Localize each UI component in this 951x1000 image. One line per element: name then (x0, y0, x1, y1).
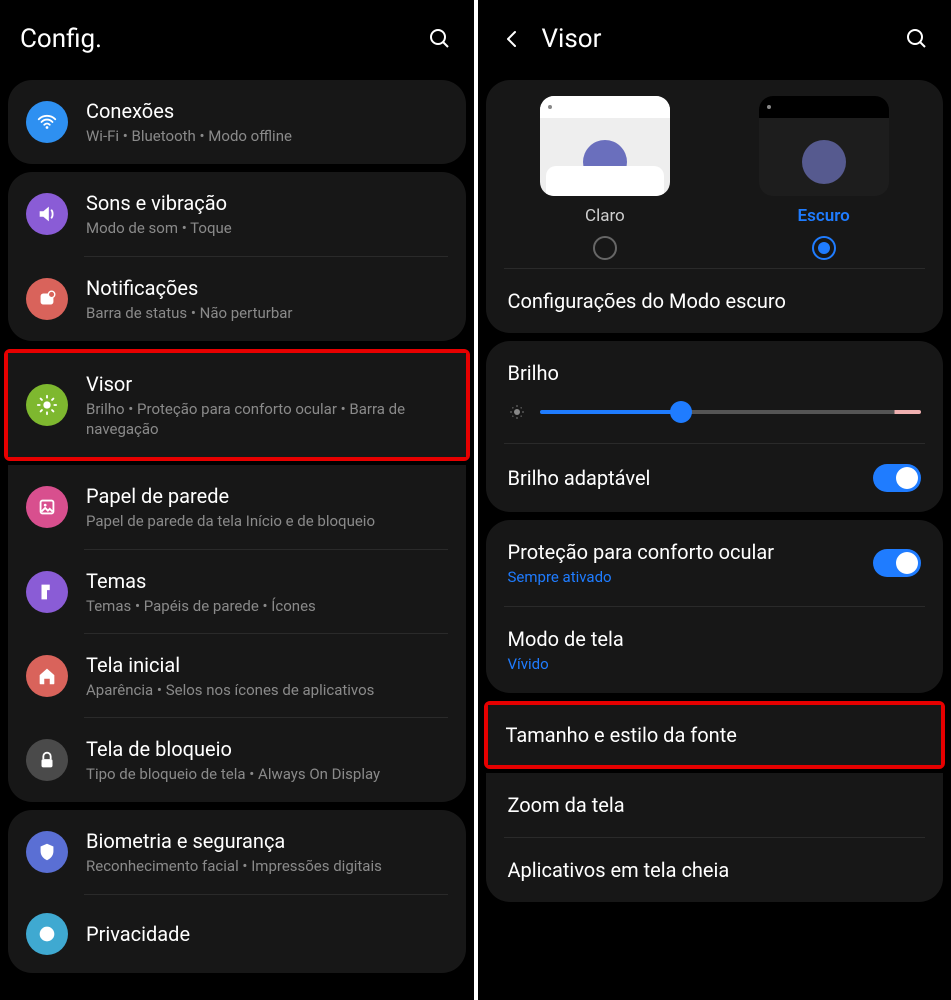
item-title: Tela inicial (86, 652, 448, 678)
wifi-icon (26, 101, 68, 143)
font-zoom-card: Tamanho e estilo da fonte Zoom da tela A… (478, 701, 951, 902)
screen-mode-row[interactable]: Modo de tela Vívido (486, 607, 944, 693)
item-subtitle: Modo de som • Toque (86, 218, 448, 238)
display-options-card: Proteção para conforto ocular Sempre ati… (486, 520, 944, 693)
item-title: Privacidade (86, 921, 448, 947)
notifications-icon (26, 278, 68, 320)
display-icon (26, 384, 68, 426)
privacy-icon (26, 913, 68, 955)
search-icon[interactable] (903, 25, 931, 53)
dark-mode-settings-row[interactable]: Configurações do Modo escuro (486, 269, 944, 333)
slider-thumb[interactable] (670, 401, 692, 423)
theme-label: Escuro (798, 206, 850, 226)
brightness-card: Brilho Brilho adaptável (486, 341, 944, 512)
item-title: Sons e vibração (86, 190, 448, 216)
item-title: Tela de bloqueio (86, 736, 448, 762)
item-title: Conexões (86, 98, 448, 124)
sun-icon (508, 403, 526, 421)
row-label: Brilho (508, 361, 559, 385)
brightness-slider[interactable] (540, 410, 922, 414)
screen-zoom-row[interactable]: Zoom da tela (486, 773, 944, 837)
settings-item-biometrics[interactable]: Biometria e segurança Reconhecimento fac… (8, 810, 466, 894)
fullscreen-apps-row[interactable]: Aplicativos em tela cheia (486, 838, 944, 902)
toggle-switch[interactable] (873, 464, 921, 492)
item-title: Visor (86, 371, 448, 397)
settings-group: Visor Brilho • Proteção para conforto oc… (0, 349, 474, 803)
row-value: Sempre ativado (508, 568, 874, 586)
row-label: Configurações do Modo escuro (508, 289, 786, 313)
row-label: Aplicativos em tela cheia (508, 858, 730, 882)
row-value: Vívido (508, 655, 922, 673)
settings-item-lockscreen[interactable]: Tela de bloqueio Tipo de bloqueio de tel… (8, 718, 466, 802)
sound-icon (26, 193, 68, 235)
item-subtitle: Wi-Fi • Bluetooth • Modo offline (86, 126, 448, 146)
row-label: Brilho adaptável (508, 466, 874, 490)
settings-item-notifications[interactable]: Notificações Barra de status • Não pertu… (8, 257, 466, 341)
theme-option-light[interactable]: Claro (540, 96, 670, 260)
page-title: Visor (542, 24, 888, 54)
home-icon (26, 655, 68, 697)
item-title: Notificações (86, 275, 448, 301)
item-subtitle: Barra de status • Não perturbar (86, 303, 448, 323)
theme-preview-light (540, 96, 670, 196)
header: Config. (0, 0, 474, 72)
radio-checked-icon[interactable] (812, 236, 836, 260)
item-subtitle: Reconhecimento facial • Impressões digit… (86, 856, 448, 876)
back-icon[interactable] (498, 25, 526, 53)
item-subtitle: Temas • Papéis de parede • Ícones (86, 596, 448, 616)
brightness-label-row: Brilho (486, 341, 944, 389)
settings-screen: Config. Conexões Wi-Fi • Bluetooth • Mod… (0, 0, 474, 1000)
brightness-slider-row (486, 389, 944, 443)
highlighted-item-font: Tamanho e estilo da fonte (484, 701, 946, 769)
eye-comfort-row[interactable]: Proteção para conforto ocular Sempre ati… (486, 520, 944, 606)
row-label: Proteção para conforto ocular (508, 540, 874, 564)
settings-group: Biometria e segurança Reconhecimento fac… (8, 810, 466, 972)
settings-item-sounds[interactable]: Sons e vibração Modo de som • Toque (8, 172, 466, 256)
radio-unchecked-icon[interactable] (593, 236, 617, 260)
settings-item-wallpaper[interactable]: Papel de parede Papel de parede da tela … (8, 465, 466, 549)
settings-item-home[interactable]: Tela inicial Aparência • Selos nos ícone… (8, 634, 466, 718)
row-label: Modo de tela (508, 627, 922, 651)
theme-option-dark[interactable]: Escuro (759, 96, 889, 260)
settings-item-privacy[interactable]: Privacidade (8, 895, 466, 973)
themes-icon (26, 571, 68, 613)
item-subtitle: Papel de parede da tela Início e de bloq… (86, 511, 448, 531)
settings-item-display[interactable]: Visor Brilho • Proteção para conforto oc… (8, 353, 466, 458)
settings-item-themes[interactable]: Temas Temas • Papéis de parede • Ícones (8, 550, 466, 634)
search-icon[interactable] (426, 25, 454, 53)
row-label: Zoom da tela (508, 793, 625, 817)
settings-group: Sons e vibração Modo de som • Toque Noti… (8, 172, 466, 341)
settings-group: Conexões Wi-Fi • Bluetooth • Modo offlin… (8, 80, 466, 164)
header: Visor (478, 0, 951, 72)
item-title: Biometria e segurança (86, 828, 448, 854)
row-label: Tamanho e estilo da fonte (506, 723, 737, 747)
page-title: Config. (20, 24, 410, 54)
theme-card: Claro Escuro Configurações do Modo escur… (486, 80, 944, 333)
adaptive-brightness-row[interactable]: Brilho adaptável (486, 444, 944, 512)
theme-label: Claro (585, 206, 625, 226)
toggle-switch[interactable] (873, 549, 921, 577)
item-subtitle: Tipo de bloqueio de tela • Always On Dis… (86, 764, 448, 784)
font-size-style-row[interactable]: Tamanho e estilo da fonte (488, 705, 942, 765)
lock-icon (26, 739, 68, 781)
settings-item-connections[interactable]: Conexões Wi-Fi • Bluetooth • Modo offlin… (8, 80, 466, 164)
item-title: Temas (86, 568, 448, 594)
item-title: Papel de parede (86, 483, 448, 509)
display-settings-screen: Visor Claro Escuro (478, 0, 951, 1000)
item-subtitle: Brilho • Proteção para conforto ocular •… (86, 399, 448, 440)
item-subtitle: Aparência • Selos nos ícones de aplicati… (86, 680, 448, 700)
wallpaper-icon (26, 486, 68, 528)
highlighted-item-visor: Visor Brilho • Proteção para conforto oc… (4, 349, 470, 462)
theme-preview-dark (759, 96, 889, 196)
shield-icon (26, 831, 68, 873)
